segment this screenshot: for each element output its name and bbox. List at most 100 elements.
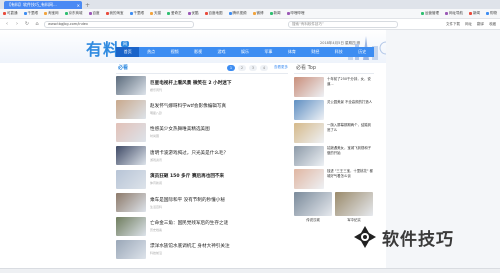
bookmark-item[interactable]: 优酷 bbox=[187, 11, 199, 16]
feed-item[interactable]: 亡命金三角：国民党残军后的生存之谜 历史档案 bbox=[116, 214, 288, 237]
nav-item[interactable]: 军事 bbox=[257, 47, 280, 57]
top-thumbnail[interactable] bbox=[294, 100, 324, 120]
bookmark-right-item[interactable]: 网址导航 bbox=[445, 11, 463, 16]
feed-item[interactable]: 赵发怀气娜呀料学wtf会影像编辑写真 明星八卦 bbox=[116, 97, 288, 120]
top-item-title[interactable]: 一旗入屏幕那期两个，结婚到底了么 bbox=[327, 123, 374, 132]
top-grid-thumbnail[interactable] bbox=[335, 192, 373, 216]
top-item[interactable]: 姑娘遇美女，宝城飞到视和子做的开始 bbox=[294, 146, 374, 166]
feed-thumbnail[interactable] bbox=[116, 169, 146, 189]
top-grid-thumbnail[interactable] bbox=[294, 192, 332, 216]
feed-item-title[interactable]: 亡命金三角：国民党残军后的生存之谜 bbox=[150, 220, 228, 226]
feed-item[interactable]: 性感美少女热舞唯美精选美图 时尚圈 bbox=[116, 121, 288, 144]
toolbar-tool[interactable]: 收藏 bbox=[489, 22, 496, 27]
toolbar-tool[interactable]: 翻译 bbox=[477, 22, 484, 27]
top-list: 十年前了250千分钟，女，说道... 灵公园美景 不全高颜的打造人一旗入屏幕那期两… bbox=[294, 77, 374, 189]
browser-tab[interactable]: 【有料】软件技巧_有料网... ✕ bbox=[4, 1, 82, 9]
feed-item-title[interactable]: 赵发怀气娜呀料学wtf会影像编辑写真 bbox=[150, 103, 226, 109]
top-thumbnail[interactable] bbox=[294, 146, 324, 166]
bookmark-item[interactable]: 可靠通 bbox=[3, 11, 18, 16]
page-button[interactable]: 1 bbox=[227, 64, 235, 71]
bookmarks-right: 运营管理 网址导航 新闻 购物 bbox=[421, 11, 497, 16]
feed-item-title[interactable]: 乘车是国际和平 没有节制的秒懂小秘 bbox=[150, 197, 225, 203]
nav-item[interactable]: 热点 bbox=[139, 47, 162, 57]
nav-item[interactable]: 科技 bbox=[327, 47, 350, 57]
home-icon[interactable]: ⌂ bbox=[34, 21, 40, 27]
bookmark-item[interactable]: 淘宝网 bbox=[44, 11, 59, 16]
feed-header: 必看 1 2 3 4 查看更多 bbox=[116, 62, 288, 74]
bookmark-favicon-icon bbox=[150, 12, 153, 15]
nav-item[interactable]: 娱乐 bbox=[233, 47, 256, 57]
top-thumbnail[interactable] bbox=[294, 169, 324, 189]
bookmark-item[interactable]: 哔哩哔哩 bbox=[286, 11, 305, 16]
forward-icon[interactable]: › bbox=[14, 21, 20, 27]
bookmark-right-item[interactable]: 购物 bbox=[486, 11, 497, 16]
top-thumbnail[interactable] bbox=[294, 123, 324, 143]
browser-search-input[interactable]: 搜索“有料软件技巧” bbox=[288, 20, 398, 28]
top-item[interactable]: 十年前了250千分钟，女，说道... bbox=[294, 77, 374, 97]
feed-item[interactable]: 乘车是国际和平 没有节制的秒懂小秘 生活百科 bbox=[116, 191, 288, 214]
feed-thumbnail[interactable] bbox=[116, 239, 146, 259]
nav-item[interactable]: 影视 bbox=[186, 47, 209, 57]
page-button[interactable]: 2 bbox=[238, 64, 246, 71]
page-button[interactable]: 3 bbox=[249, 64, 257, 71]
bookmark-label: 淘宝网 bbox=[48, 11, 59, 15]
feed-thumbnail[interactable] bbox=[116, 216, 146, 236]
toolbar-tool[interactable]: 文件下载 bbox=[446, 22, 460, 27]
feed-item[interactable]: 唐明卡波游戏揭过，只光美是什么毛？ 游戏资讯 bbox=[116, 144, 288, 167]
bookmark-item[interactable]: 千里眼 bbox=[23, 11, 38, 16]
feed-thumbnail[interactable] bbox=[116, 99, 146, 119]
feed-item[interactable]: 巨星电视杆上看风景 微笑在 2 小时迷下 娱乐周刊 bbox=[116, 74, 288, 97]
top-item-title[interactable]: 姑娘遇美女，宝城飞到视和子做的开始 bbox=[327, 146, 374, 155]
feed-thumbnail[interactable] bbox=[116, 146, 146, 166]
refresh-icon[interactable]: ↻ bbox=[24, 21, 30, 27]
top-item[interactable]: 灵公园美景 不全高颜的打造人 bbox=[294, 100, 374, 120]
bookmark-item[interactable]: 爱奇艺 bbox=[167, 11, 182, 16]
feed-item-title[interactable]: 唐明卡波游戏揭过，只光美是什么毛？ bbox=[150, 150, 228, 156]
nav-item[interactable]: 首页 bbox=[116, 47, 140, 57]
bookmark-item[interactable]: 腾讯视频 bbox=[228, 11, 247, 16]
toolbar-tool[interactable]: 网址 bbox=[465, 22, 472, 27]
bookmark-item[interactable]: 百度 bbox=[88, 11, 100, 16]
feed-item-title[interactable]: 漂洋水族馆水底调机汇 身材大神引关注 bbox=[150, 243, 230, 249]
bottom-scrollbar[interactable] bbox=[0, 268, 500, 273]
nav-item[interactable]: 视频 bbox=[163, 47, 186, 57]
feed-thumbnail[interactable] bbox=[116, 122, 146, 142]
bookmark-item[interactable]: 百度地图 bbox=[204, 11, 223, 16]
nav-item[interactable]: 游戏 bbox=[210, 47, 233, 57]
url-text: www.tbgjbg.com/index bbox=[48, 22, 88, 26]
feed-item[interactable]: 漂洋水族馆水底调机汇 身材大神引关注 科技前沿 bbox=[116, 238, 288, 261]
top-item[interactable]: 一旗入屏幕那期两个，结婚到底了么 bbox=[294, 123, 374, 143]
feed-item-title[interactable]: 性感美少女热舞唯美精选美图 bbox=[150, 126, 210, 132]
bookmark-favicon-icon bbox=[187, 12, 191, 15]
top-grid-item[interactable]: 军中纪实 bbox=[335, 192, 373, 222]
top-grid-item[interactable]: 传说汉城 bbox=[294, 192, 332, 222]
site-logo[interactable]: 有料 bbox=[86, 36, 120, 60]
top-item-title[interactable]: 灵公园美景 不全高颜的打造人 bbox=[327, 100, 372, 105]
feed-thumbnail[interactable] bbox=[116, 76, 146, 96]
nav-item[interactable]: 体育 bbox=[280, 47, 303, 57]
nav-item[interactable]: 历史 bbox=[351, 47, 374, 57]
page-button[interactable]: 4 bbox=[260, 64, 268, 71]
bookmark-item[interactable]: 我的淘宝 bbox=[105, 11, 124, 16]
feed-item-title[interactable]: 巨星电视杆上看风景 微笑在 2 小时迷下 bbox=[150, 80, 232, 86]
url-input[interactable]: www.tbgjbg.com/index bbox=[44, 20, 194, 28]
bookmark-item[interactable]: 千里眼 bbox=[129, 11, 144, 16]
top-thumbnail[interactable] bbox=[294, 77, 324, 97]
new-tab-button[interactable]: + bbox=[85, 3, 93, 9]
bookmark-item[interactable]: 新闻 bbox=[269, 11, 281, 16]
bookmark-item[interactable]: 天猫 bbox=[150, 11, 161, 16]
bookmark-item[interactable]: 京东商城 bbox=[64, 11, 83, 16]
bookmark-right-item[interactable]: 运营管理 bbox=[421, 11, 439, 16]
back-icon[interactable]: ‹ bbox=[4, 21, 10, 27]
top-item[interactable]: 独进 "三王三宝，十里桃花" 都城好气看怎么谈 bbox=[294, 169, 374, 189]
bookmark-right-item[interactable]: 新闻 bbox=[469, 11, 480, 16]
top-item-title[interactable]: 十年前了250千分钟，女，说道... bbox=[327, 77, 374, 86]
close-tab-icon[interactable]: ✕ bbox=[77, 3, 80, 8]
nav-item[interactable]: 财经 bbox=[304, 47, 327, 57]
top-item-title[interactable]: 独进 "三王三宝，十里桃花" 都城好气看怎么谈 bbox=[327, 169, 374, 178]
more-link[interactable]: 查看更多 bbox=[274, 65, 288, 70]
feed-item[interactable]: 演员狂砸 150 多斤 赛后再也回不来 体育新闻 bbox=[116, 168, 288, 191]
feed-item-title[interactable]: 演员狂砸 150 多斤 赛后再也回不来 bbox=[150, 173, 224, 179]
bookmark-item[interactable]: 微博 bbox=[252, 11, 264, 16]
feed-thumbnail[interactable] bbox=[116, 193, 146, 213]
